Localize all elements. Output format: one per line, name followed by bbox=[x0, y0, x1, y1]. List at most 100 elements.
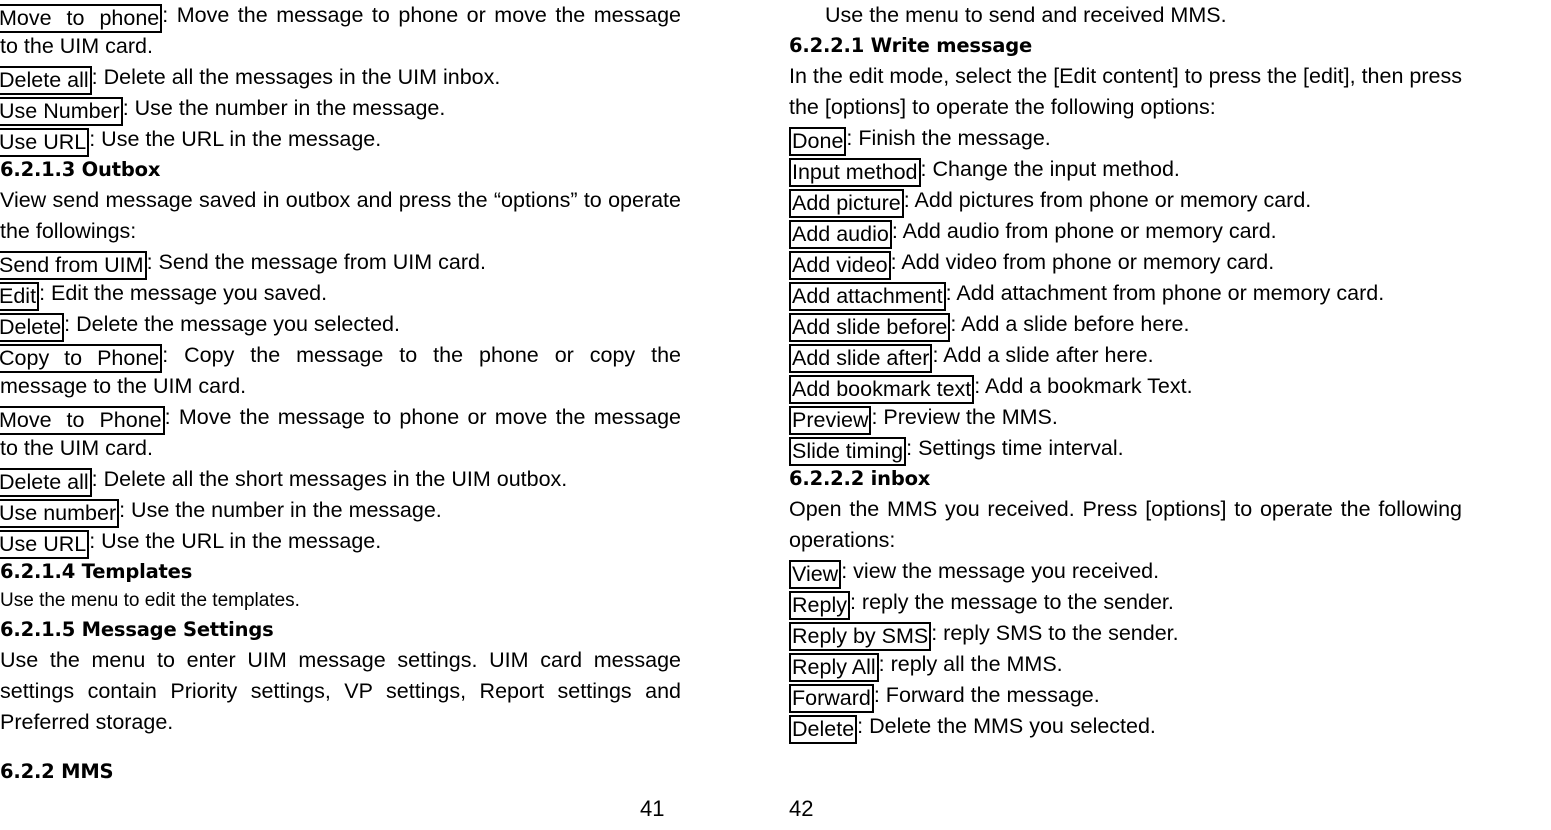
heading-6-2-1-3-outbox: 6.2.1.3 Outbox bbox=[0, 158, 161, 181]
menu-desc-forward: : Forward the message. bbox=[873, 683, 1100, 707]
menu-entry-reply: Reply: reply the message to the sender. bbox=[789, 587, 1462, 620]
menu-desc-use-number-outbox: : Use the number in the message. bbox=[119, 498, 442, 522]
menu-entry-copy-to-phone: Copy to Phone: Copy the message to the p… bbox=[0, 340, 681, 402]
menu-desc-input-method: : Change the input method. bbox=[920, 157, 1180, 181]
menu-label-send-from-uim[interactable]: Send from UIM bbox=[0, 251, 147, 280]
menu-entry-preview: Preview: Preview the MMS. bbox=[789, 402, 1462, 435]
heading-6-2-1-4-templates: 6.2.1.4 Templates bbox=[0, 560, 193, 583]
message-settings-text: Use the menu to enter UIM message settin… bbox=[0, 648, 681, 734]
menu-label-move-to-phone[interactable]: Move to phone bbox=[0, 4, 163, 33]
templates-text: Use the menu to edit the templates. bbox=[0, 590, 300, 611]
menu-entry-use-url-outbox: Use URL: Use the URL in the message. bbox=[0, 526, 681, 559]
menu-entry-delete-all-outbox: Delete all: Delete all the short message… bbox=[0, 464, 681, 497]
write-message-intro: In the edit mode, select the [Edit conte… bbox=[789, 64, 1462, 119]
heading-6-2-2-1-write-message: 6.2.2.1 Write message bbox=[789, 34, 1032, 57]
menu-desc-add-attachment: : Add attachment from phone or memory ca… bbox=[945, 281, 1385, 305]
menu-label-move-to-phone-outbox[interactable]: Move to Phone bbox=[0, 406, 165, 435]
menu-label-reply[interactable]: Reply bbox=[789, 591, 850, 620]
menu-entry-delete-mms: Delete: Delete the MMS you selected. bbox=[789, 711, 1462, 744]
menu-desc-add-video: : Add video from phone or memory card. bbox=[890, 250, 1275, 274]
menu-label-add-slide-before[interactable]: Add slide before bbox=[789, 313, 951, 342]
menu-desc-add-slide-before: : Add a slide before here. bbox=[950, 312, 1190, 336]
menu-label-delete-all-outbox[interactable]: Delete all bbox=[0, 468, 92, 497]
menu-label-reply-all[interactable]: Reply All bbox=[789, 653, 879, 682]
menu-label-preview[interactable]: Preview bbox=[789, 406, 872, 435]
menu-entry-done: Done: Finish the message. bbox=[789, 123, 1462, 156]
menu-label-use-url[interactable]: Use URL bbox=[0, 128, 90, 157]
menu-entry-reply-by-sms: Reply by SMS: reply SMS to the sender. bbox=[789, 618, 1462, 651]
heading-6-2-2-2-inbox: 6.2.2.2 inbox bbox=[789, 467, 931, 490]
menu-entry-add-picture: Add picture: Add pictures from phone or … bbox=[789, 185, 1462, 218]
menu-label-input-method[interactable]: Input method bbox=[789, 158, 921, 187]
menu-desc-send-from-uim: : Send the message from UIM card. bbox=[146, 250, 486, 274]
menu-entry-delete-all-inbox: Delete all: Delete all the messages in t… bbox=[0, 62, 681, 95]
heading-6-2-1-5-message-settings: 6.2.1.5 Message Settings bbox=[0, 618, 274, 641]
menu-label-copy-to-phone[interactable]: Copy to Phone bbox=[0, 344, 163, 373]
menu-entry-move-to-phone: Move to phone: Move the message to phone… bbox=[0, 0, 681, 62]
page-41: Move to phone: Move the message to phone… bbox=[0, 0, 781, 830]
menu-desc-delete-all: : Delete all the messages in the UIM inb… bbox=[91, 65, 501, 89]
menu-label-add-slide-after[interactable]: Add slide after bbox=[789, 344, 933, 373]
menu-entry-send-from-uim: Send from UIM: Send the message from UIM… bbox=[0, 247, 681, 280]
menu-desc-edit: : Edit the message you saved. bbox=[39, 281, 328, 305]
menu-desc-add-bookmark-text: : Add a bookmark Text. bbox=[974, 374, 1193, 398]
menu-desc-delete: : Delete the message you selected. bbox=[64, 312, 400, 336]
menu-desc-use-url: : Use the URL in the message. bbox=[89, 127, 382, 151]
menu-entry-add-bookmark-text: Add bookmark text: Add a bookmark Text. bbox=[789, 371, 1462, 404]
menu-entry-reply-all: Reply All: reply all the MMS. bbox=[789, 649, 1462, 682]
menu-label-use-number-outbox[interactable]: Use number bbox=[0, 499, 120, 528]
outbox-intro: View send message saved in outbox and pr… bbox=[0, 188, 681, 243]
menu-entry-move-to-phone-outbox: Move to Phone: Move the message to phone… bbox=[0, 402, 681, 464]
menu-label-view[interactable]: View bbox=[789, 560, 842, 589]
menu-label-add-audio[interactable]: Add audio bbox=[789, 220, 892, 249]
menu-desc-delete-mms: : Delete the MMS you selected. bbox=[857, 714, 1156, 738]
menu-label-delete[interactable]: Delete bbox=[0, 313, 65, 342]
menu-label-add-picture[interactable]: Add picture bbox=[789, 189, 904, 218]
menu-entry-view: View: view the message you received. bbox=[789, 556, 1462, 589]
menu-label-edit[interactable]: Edit bbox=[0, 282, 40, 311]
menu-desc-preview: : Preview the MMS. bbox=[871, 405, 1058, 429]
menu-desc-add-slide-after: : Add a slide after here. bbox=[932, 343, 1154, 367]
page-number-42: 42 bbox=[789, 796, 814, 821]
inbox-intro: Open the MMS you received. Press [option… bbox=[789, 497, 1462, 552]
menu-entry-use-url: Use URL: Use the URL in the message. bbox=[0, 124, 681, 157]
menu-entry-add-video: Add video: Add video from phone or memor… bbox=[789, 247, 1462, 280]
menu-label-done[interactable]: Done bbox=[789, 127, 847, 156]
menu-desc-reply: : reply the message to the sender. bbox=[849, 590, 1174, 614]
menu-desc-use-number: : Use the number in the message. bbox=[122, 96, 446, 120]
menu-desc-done: : Finish the message. bbox=[846, 126, 1051, 150]
menu-entry-use-number: Use Number: Use the number in the messag… bbox=[0, 93, 681, 126]
menu-desc-reply-all: : reply all the MMS. bbox=[878, 652, 1063, 676]
menu-label-use-number[interactable]: Use Number bbox=[0, 97, 123, 126]
menu-label-use-url-outbox[interactable]: Use URL bbox=[0, 530, 90, 559]
menu-label-slide-timing[interactable]: Slide timing bbox=[789, 437, 907, 466]
mms-intro: Use the menu to send and received MMS. bbox=[825, 3, 1227, 27]
menu-entry-add-attachment: Add attachment: Add attachment from phon… bbox=[789, 278, 1462, 311]
page-42: Use the menu to send and received MMS. 6… bbox=[781, 0, 1551, 830]
menu-label-add-video[interactable]: Add video bbox=[789, 251, 891, 280]
menu-entry-input-method: Input method: Change the input method. bbox=[789, 154, 1462, 187]
menu-desc-reply-by-sms: : reply SMS to the sender. bbox=[931, 621, 1179, 645]
menu-entry-add-audio: Add audio: Add audio from phone or memor… bbox=[789, 216, 1462, 249]
menu-entry-use-number-outbox: Use number: Use the number in the messag… bbox=[0, 495, 681, 528]
page-number-41: 41 bbox=[640, 796, 665, 821]
menu-desc-use-url-outbox: : Use the URL in the message. bbox=[89, 529, 382, 553]
menu-entry-delete: Delete: Delete the message you selected. bbox=[0, 309, 681, 342]
menu-label-delete-all[interactable]: Delete all bbox=[0, 66, 92, 95]
menu-entry-add-slide-after: Add slide after: Add a slide after here. bbox=[789, 340, 1462, 373]
menu-label-reply-by-sms[interactable]: Reply by SMS bbox=[789, 622, 932, 651]
menu-label-add-attachment[interactable]: Add attachment bbox=[789, 282, 946, 311]
menu-entry-add-slide-before: Add slide before: Add a slide before her… bbox=[789, 309, 1462, 342]
menu-label-add-bookmark-text[interactable]: Add bookmark text bbox=[789, 375, 975, 404]
menu-entry-forward: Forward: Forward the message. bbox=[789, 680, 1462, 713]
menu-desc-add-picture: : Add pictures from phone or memory card… bbox=[903, 188, 1312, 212]
menu-label-delete-mms[interactable]: Delete bbox=[789, 715, 858, 744]
page-41-body: Move to phone: Move the message to phone… bbox=[0, 0, 681, 787]
menu-entry-edit: Edit: Edit the message you saved. bbox=[0, 278, 681, 311]
menu-label-forward[interactable]: Forward bbox=[789, 684, 874, 713]
heading-6-2-2-mms: 6.2.2 MMS bbox=[0, 760, 114, 783]
menu-desc-slide-timing: : Settings time interval. bbox=[906, 436, 1124, 460]
page-42-body: Use the menu to send and received MMS. 6… bbox=[789, 0, 1462, 744]
menu-desc-delete-all-outbox: : Delete all the short messages in the U… bbox=[91, 467, 568, 491]
